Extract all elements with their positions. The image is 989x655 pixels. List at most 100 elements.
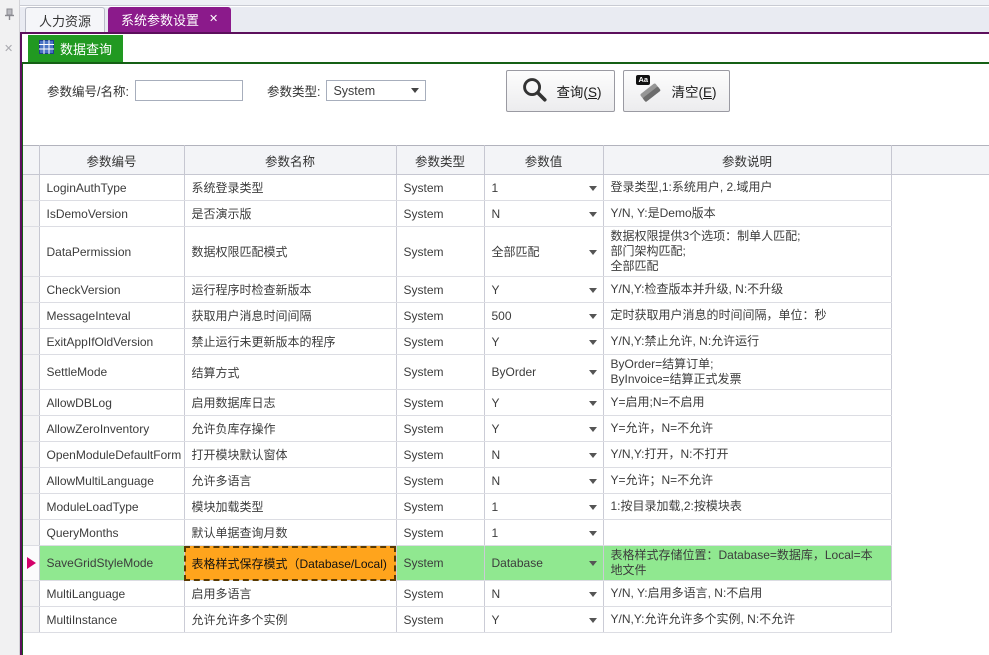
cell-param-value[interactable]: 1	[484, 494, 603, 520]
cell-param-value[interactable]: ByOrder	[484, 355, 603, 390]
cell-param-value[interactable]: N	[484, 581, 603, 607]
cell-param-name[interactable]: 打开模块默认窗体	[184, 442, 396, 468]
cell-param-code[interactable]: MultiLanguage	[39, 581, 184, 607]
cell-param-name[interactable]: 结算方式	[184, 355, 396, 390]
dropdown-arrow-icon[interactable]	[589, 186, 597, 191]
dropdown-arrow-icon[interactable]	[589, 592, 597, 597]
cell-param-type[interactable]: System	[396, 329, 484, 355]
dropdown-arrow-icon[interactable]	[589, 531, 597, 536]
cell-param-name[interactable]: 获取用户消息时间间隔	[184, 303, 396, 329]
dropdown-arrow-icon[interactable]	[589, 370, 597, 375]
cell-param-value[interactable]: N	[484, 201, 603, 227]
cell-param-name[interactable]: 禁止运行未更新版本的程序	[184, 329, 396, 355]
table-row[interactable]: MultiLanguage 启用多语言 System N Y/N, Y:启用多语…	[23, 581, 989, 607]
table-row[interactable]: SaveGridStyleMode 表格样式保存模式（Database/Loca…	[23, 546, 989, 581]
cell-param-type[interactable]: System	[396, 201, 484, 227]
dock-close-icon[interactable]: ✕	[4, 42, 13, 55]
cell-param-type[interactable]: System	[396, 607, 484, 633]
dropdown-arrow-icon[interactable]	[589, 250, 597, 255]
cell-param-type[interactable]: System	[396, 468, 484, 494]
dropdown-arrow-icon[interactable]	[589, 212, 597, 217]
table-row[interactable]: OpenModuleDefaultForm 打开模块默认窗体 System N …	[23, 442, 989, 468]
header-param-code[interactable]: 参数编号	[39, 146, 184, 175]
cell-param-type[interactable]: System	[396, 520, 484, 546]
param-type-select[interactable]: System	[326, 80, 426, 101]
clear-button[interactable]: Aa 清空(E)	[623, 70, 730, 112]
cell-param-name[interactable]: 系统登录类型	[184, 175, 396, 201]
dropdown-arrow-icon[interactable]	[589, 314, 597, 319]
tab-system-parameters[interactable]: 系统参数设置 ✕	[108, 7, 231, 32]
cell-param-code[interactable]: SaveGridStyleMode	[39, 546, 184, 581]
dropdown-arrow-icon[interactable]	[589, 505, 597, 510]
table-row[interactable]: DataPermission 数据权限匹配模式 System 全部匹配 数据权限…	[23, 227, 989, 277]
table-row[interactable]: MultiInstance 允许允许多个实例 System Y Y/N,Y:允许…	[23, 607, 989, 633]
cell-param-value[interactable]: Y	[484, 390, 603, 416]
cell-param-type[interactable]: System	[396, 277, 484, 303]
cell-param-code[interactable]: QueryMonths	[39, 520, 184, 546]
header-param-value[interactable]: 参数值	[484, 146, 603, 175]
cell-param-type[interactable]: System	[396, 227, 484, 277]
cell-param-code[interactable]: AllowZeroInventory	[39, 416, 184, 442]
cell-param-type[interactable]: System	[396, 546, 484, 581]
cell-param-type[interactable]: System	[396, 175, 484, 201]
cell-param-code[interactable]: LoginAuthType	[39, 175, 184, 201]
cell-param-code[interactable]: DataPermission	[39, 227, 184, 277]
cell-param-code[interactable]: OpenModuleDefaultForm	[39, 442, 184, 468]
table-row[interactable]: QueryMonths 默认单据查询月数 System 1	[23, 520, 989, 546]
cell-param-name[interactable]: 表格样式保存模式（Database/Local)	[184, 546, 396, 581]
cell-param-code[interactable]: CheckVersion	[39, 277, 184, 303]
cell-param-name[interactable]: 启用数据库日志	[184, 390, 396, 416]
table-row[interactable]: CheckVersion 运行程序时检查新版本 System Y Y/N,Y:检…	[23, 277, 989, 303]
cell-param-code[interactable]: AllowMultiLanguage	[39, 468, 184, 494]
cell-param-name[interactable]: 允许允许多个实例	[184, 607, 396, 633]
cell-param-value[interactable]: 1	[484, 175, 603, 201]
cell-param-name[interactable]: 是否演示版	[184, 201, 396, 227]
cell-param-value[interactable]: N	[484, 442, 603, 468]
dropdown-arrow-icon[interactable]	[589, 401, 597, 406]
cell-param-type[interactable]: System	[396, 390, 484, 416]
pin-icon[interactable]	[4, 8, 15, 24]
table-row[interactable]: IsDemoVersion 是否演示版 System N Y/N, Y:是Dem…	[23, 201, 989, 227]
table-row[interactable]: SettleMode 结算方式 System ByOrder ByOrder=结…	[23, 355, 989, 390]
dropdown-arrow-icon[interactable]	[589, 561, 597, 566]
header-param-desc[interactable]: 参数说明	[603, 146, 891, 175]
header-param-name[interactable]: 参数名称	[184, 146, 396, 175]
table-row[interactable]: ModuleLoadType 模块加载类型 System 1 1:按目录加载,2…	[23, 494, 989, 520]
cell-param-type[interactable]: System	[396, 442, 484, 468]
table-row[interactable]: AllowMultiLanguage 允许多语言 System N Y=允许；N…	[23, 468, 989, 494]
cell-param-name[interactable]: 允许多语言	[184, 468, 396, 494]
dropdown-arrow-icon[interactable]	[589, 427, 597, 432]
query-button[interactable]: 查询(S)	[506, 70, 615, 112]
cell-param-value[interactable]: Y	[484, 416, 603, 442]
dropdown-arrow-icon[interactable]	[589, 479, 597, 484]
table-row[interactable]: AllowDBLog 启用数据库日志 System Y Y=启用;N=不启用	[23, 390, 989, 416]
cell-param-value[interactable]: Database	[484, 546, 603, 581]
table-row[interactable]: AllowZeroInventory 允许负库存操作 System Y Y=允许…	[23, 416, 989, 442]
header-param-type[interactable]: 参数类型	[396, 146, 484, 175]
cell-param-value[interactable]: 500	[484, 303, 603, 329]
table-row[interactable]: ExitAppIfOldVersion 禁止运行未更新版本的程序 System …	[23, 329, 989, 355]
dropdown-arrow-icon[interactable]	[589, 618, 597, 623]
param-code-input[interactable]	[135, 80, 243, 101]
cell-param-name[interactable]: 允许负库存操作	[184, 416, 396, 442]
tab-human-resources[interactable]: 人力资源	[25, 7, 105, 32]
cell-param-value[interactable]: Y	[484, 607, 603, 633]
cell-param-value[interactable]: Y	[484, 277, 603, 303]
cell-param-type[interactable]: System	[396, 303, 484, 329]
cell-param-name[interactable]: 数据权限匹配模式	[184, 227, 396, 277]
cell-param-code[interactable]: AllowDBLog	[39, 390, 184, 416]
cell-param-type[interactable]: System	[396, 581, 484, 607]
cell-param-name[interactable]: 模块加载类型	[184, 494, 396, 520]
cell-param-type[interactable]: System	[396, 416, 484, 442]
table-row[interactable]: LoginAuthType 系统登录类型 System 1 登录类型,1:系统用…	[23, 175, 989, 201]
cell-param-name[interactable]: 启用多语言	[184, 581, 396, 607]
tab-data-query[interactable]: 数据查询	[28, 35, 123, 62]
cell-param-value[interactable]: 1	[484, 520, 603, 546]
cell-param-type[interactable]: System	[396, 355, 484, 390]
cell-param-code[interactable]: IsDemoVersion	[39, 201, 184, 227]
cell-param-code[interactable]: SettleMode	[39, 355, 184, 390]
table-row[interactable]: MessageInteval 获取用户消息时间间隔 System 500 定时获…	[23, 303, 989, 329]
cell-param-value[interactable]: N	[484, 468, 603, 494]
cell-param-code[interactable]: MessageInteval	[39, 303, 184, 329]
tab-close-icon[interactable]: ✕	[209, 14, 218, 25]
